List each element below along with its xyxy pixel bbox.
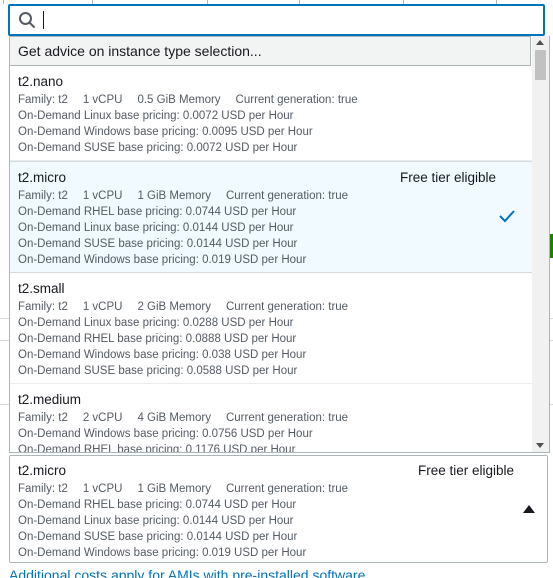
spec-vcpu: 2 vCPU xyxy=(82,412,123,424)
pricing-line: On-Demand RHEL base pricing: 0.1176 USD … xyxy=(18,444,296,452)
instance-option-name: t2.medium xyxy=(18,392,82,407)
spec-family: Family: t2 xyxy=(18,412,68,424)
instance-option-t2-micro[interactable]: t2.micro Free tier eligible Family: t2 1 vC… xyxy=(10,161,532,273)
spec-memory: 1 GiB Memory xyxy=(137,483,211,495)
pricing-line: On-Demand Windows base pricing: 0.0095 U… xyxy=(18,126,313,138)
pricing-line: On-Demand Windows base pricing: 0.0756 U… xyxy=(18,428,313,440)
instance-option-specs: Family: t2 1 vCPU 2 GiB Memory Current gene… xyxy=(18,299,524,315)
free-tier-badge: Free tier eligible xyxy=(399,170,496,185)
spec-vcpu: 1 vCPU xyxy=(82,483,123,495)
instance-option-specs: Family: t2 1 vCPU 0.5 GiB Memory Current ge… xyxy=(18,92,524,108)
pricing-line: On-Demand Windows base pricing: 0.019 US… xyxy=(18,547,307,559)
instance-option-specs: Family: t2 2 vCPU 4 GiB Memory Current gene… xyxy=(18,410,524,426)
spec-memory: 1 GiB Memory xyxy=(137,190,211,202)
background-divider xyxy=(0,318,9,319)
checkmark-icon xyxy=(499,210,515,223)
instance-option-specs: Family: t2 1 vCPU 1 GiB Memory Current gene… xyxy=(18,188,524,204)
pricing-line: On-Demand RHEL base pricing: 0.0888 USD … xyxy=(18,333,297,345)
pricing-line: On-Demand RHEL base pricing: 0.0744 USD … xyxy=(18,499,297,511)
background-divider xyxy=(0,340,9,341)
spec-vcpu: 1 vCPU xyxy=(82,190,123,202)
pricing-line: On-Demand SUSE base pricing: 0.0072 USD … xyxy=(18,142,298,154)
free-tier-badge: Free tier eligible xyxy=(417,463,514,478)
pricing-line: On-Demand Linux base pricing: 0.0288 USD… xyxy=(18,317,294,329)
spec-generation: Current generation: true xyxy=(225,483,349,495)
scroll-down-arrow-icon[interactable] xyxy=(536,443,544,448)
instance-type-search[interactable] xyxy=(8,4,545,36)
instance-option-name: t2.nano xyxy=(18,74,64,89)
spec-family: Family: t2 xyxy=(18,301,68,313)
instance-type-options-list: t2.nano Family: t2 1 vCPU 0.5 GiB Memory Cur… xyxy=(10,66,532,452)
scrollbar-thumb[interactable] xyxy=(535,50,546,80)
additional-costs-link[interactable]: Additional costs apply for AMIs with pre… xyxy=(9,570,379,578)
spec-family: Family: t2 xyxy=(18,190,68,202)
instance-type-advice-option[interactable]: Get advice on instance type selection... xyxy=(10,36,531,66)
spec-family: Family: t2 xyxy=(18,483,68,495)
pricing-line: On-Demand RHEL base pricing: 0.0744 USD … xyxy=(18,206,297,218)
background-divider xyxy=(0,404,9,405)
spec-memory: 0.5 GiB Memory xyxy=(137,94,221,106)
spec-generation: Current generation: true xyxy=(225,301,349,313)
pricing-line: On-Demand Linux base pricing: 0.0144 USD… xyxy=(18,222,294,234)
spec-vcpu: 1 vCPU xyxy=(82,301,123,313)
dropdown-scrollbar[interactable] xyxy=(532,36,549,452)
additional-costs-link-text[interactable]: Additional costs apply for AMIs with pre… xyxy=(9,570,379,578)
selected-instance-specs: Family: t2 1 vCPU 1 GiB Memory Current gene… xyxy=(18,481,539,497)
spec-memory: 4 GiB Memory xyxy=(137,412,211,424)
pricing-line: On-Demand SUSE base pricing: 0.0144 USD … xyxy=(18,238,298,250)
instance-type-select[interactable]: t2.micro Free tier eligible Family: t2 1 … xyxy=(9,455,548,563)
scroll-up-arrow-icon[interactable] xyxy=(536,40,544,45)
pricing-line: On-Demand Windows base pricing: 0.019 US… xyxy=(18,254,307,266)
spec-generation: Current generation: true xyxy=(225,190,349,202)
spec-memory: 2 GiB Memory xyxy=(137,301,211,313)
instance-option-t2-medium[interactable]: t2.medium Family: t2 2 vCPU 4 GiB Memory Cur… xyxy=(10,384,532,452)
instance-option-t2-small[interactable]: t2.small Family: t2 1 vCPU 2 GiB Memory Curr… xyxy=(10,273,532,384)
spec-generation: Current generation: true xyxy=(235,94,358,106)
pricing-line: On-Demand Windows base pricing: 0.038 US… xyxy=(18,349,307,361)
instance-option-name: t2.small xyxy=(18,281,65,296)
spec-vcpu: 1 vCPU xyxy=(82,94,123,106)
spec-generation: Current generation: true xyxy=(225,412,349,424)
instance-type-dropdown: Get advice on instance type selection...… xyxy=(9,36,550,453)
caret-up-icon[interactable] xyxy=(523,505,535,513)
instance-option-t2-nano[interactable]: t2.nano Family: t2 1 vCPU 0.5 GiB Memory Cur… xyxy=(10,66,532,161)
pricing-line: On-Demand SUSE base pricing: 0.0144 USD … xyxy=(18,531,298,543)
spec-family: Family: t2 xyxy=(18,94,68,106)
pricing-line: On-Demand Linux base pricing: 0.0072 USD… xyxy=(18,110,294,122)
pricing-line: On-Demand Linux base pricing: 0.0144 USD… xyxy=(18,515,294,527)
search-icon xyxy=(19,12,35,28)
text-cursor xyxy=(43,11,44,29)
pricing-line: On-Demand SUSE base pricing: 0.0588 USD … xyxy=(18,365,298,377)
